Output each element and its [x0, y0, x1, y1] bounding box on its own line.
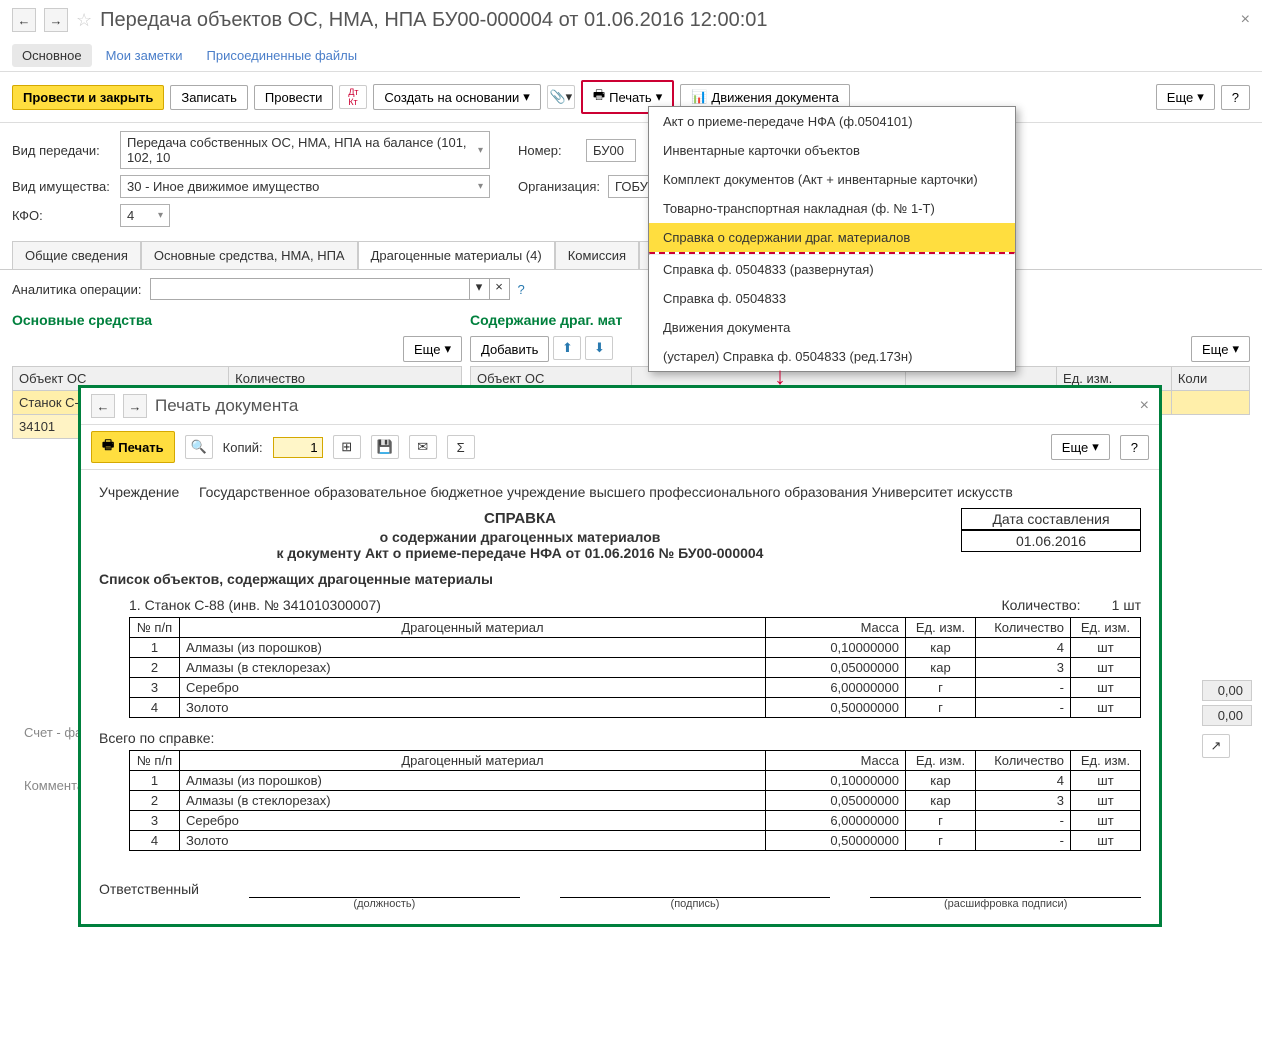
dtkt-icon[interactable]: ДтКт: [339, 85, 367, 109]
number-input[interactable]: БУ00: [586, 139, 636, 162]
kfo-label: КФО:: [12, 208, 112, 223]
attach-icon[interactable]: 📎▾: [547, 85, 575, 109]
expand-icon[interactable]: ↗: [1202, 734, 1230, 758]
property-type-label: Вид имущества:: [12, 179, 112, 194]
tab-main[interactable]: Основное: [12, 44, 92, 67]
copies-label: Копий:: [223, 440, 263, 455]
subtab-commission[interactable]: Комиссия: [555, 241, 639, 269]
doc-title: СПРАВКА: [99, 510, 941, 527]
print-menu-item[interactable]: Инвентарные карточки объектов: [649, 136, 1015, 165]
analytics-label: Аналитика операции:: [12, 282, 142, 297]
close-icon[interactable]: ×: [1241, 11, 1250, 29]
transfer-type-label: Вид передачи:: [12, 143, 112, 158]
post-button[interactable]: Провести: [254, 85, 334, 110]
print-menu-item[interactable]: Комплект документов (Акт + инвентарные к…: [649, 165, 1015, 194]
chevron-down-icon: ▾: [478, 181, 483, 192]
doc-total-label: Всего по справке:: [99, 730, 1141, 746]
subtab-general[interactable]: Общие сведения: [12, 241, 141, 269]
sum-icon[interactable]: Σ: [447, 435, 475, 459]
nav-forward-button[interactable]: →: [123, 394, 147, 418]
print-menu: Акт о приеме-передаче НФА (ф.0504101) Ин…: [648, 106, 1016, 372]
grid-right-more-button[interactable]: Еще ▾: [1191, 336, 1250, 362]
move-down-icon[interactable]: ⬇: [585, 336, 613, 360]
org-label: Организация:: [518, 179, 600, 194]
chevron-down-icon: ▾: [478, 145, 483, 156]
print-menu-item[interactable]: Справка ф. 0504833 (развернутая): [649, 255, 1015, 284]
tab-files[interactable]: Присоединенные файлы: [197, 44, 368, 67]
help-button[interactable]: ?: [1221, 85, 1250, 110]
more-button[interactable]: Еще ▾: [1156, 84, 1215, 110]
post-close-button[interactable]: Провести и закрыть: [12, 85, 164, 110]
date-label: Дата составления: [961, 508, 1141, 530]
doc-date: 01.06.2016: [961, 530, 1141, 552]
grid-left-more-button[interactable]: Еще ▾: [403, 336, 462, 362]
nav-back-button[interactable]: ←: [12, 8, 36, 32]
copies-input[interactable]: [273, 437, 323, 458]
tab-notes[interactable]: Мои заметки: [96, 44, 193, 67]
doc-table-totals: № п/п Драгоценный материал Масса Ед. изм…: [129, 750, 1141, 851]
doc-subtitle2: к документу Акт о приеме-передаче НФА от…: [99, 545, 941, 561]
favorite-star-icon[interactable]: ☆: [76, 10, 92, 31]
responsible-label: Ответственный: [99, 881, 209, 910]
clear-icon[interactable]: ×: [489, 279, 509, 299]
print-menu-item[interactable]: Справка ф. 0504833: [649, 284, 1015, 313]
analytics-input[interactable]: ▾ ×: [150, 278, 510, 300]
email-icon[interactable]: ✉: [409, 435, 437, 459]
subtab-precious[interactable]: Драгоценные материалы (4): [358, 241, 555, 269]
doc-list-title: Список объектов, содержащих драгоценные …: [99, 571, 1141, 587]
doc-table-items: № п/п Драгоценный материал Масса Ед. изм…: [129, 617, 1141, 718]
print-menu-item[interactable]: (устарел) Справка ф. 0504833 (ред.173н): [649, 342, 1015, 371]
print-menu-item[interactable]: Товарно-транспортная накладная (ф. № 1-Т…: [649, 194, 1015, 223]
col-qty: Коли: [1171, 367, 1249, 391]
property-type-input[interactable]: 30 - Иное движимое имущество▾: [120, 175, 490, 198]
chevron-down-icon: ▾: [158, 210, 163, 221]
red-arrow-icon: ↓: [774, 363, 786, 391]
more-button[interactable]: Еще ▾: [1051, 434, 1110, 460]
save-icon[interactable]: 💾: [371, 435, 399, 459]
subtab-os[interactable]: Основные средства, НМА, НПА: [141, 241, 358, 269]
print-button[interactable]: 🖶 Печать: [91, 431, 175, 463]
close-icon[interactable]: ×: [1140, 397, 1149, 415]
doc-org: Государственное образовательное бюджетно…: [199, 484, 1141, 500]
doc-item1: 1. Станок С-88 (инв. № 341010300007): [129, 597, 381, 613]
preview-icon[interactable]: 🔍: [185, 435, 213, 459]
chevron-down-icon[interactable]: ▾: [469, 279, 489, 299]
footer-value: 0,00: [1202, 705, 1252, 726]
doc-org-label: Учреждение: [99, 484, 189, 500]
help-icon[interactable]: ?: [518, 282, 525, 297]
help-button[interactable]: ?: [1120, 435, 1149, 460]
grid-left-title: Основные средства: [12, 308, 462, 332]
transfer-type-input[interactable]: Передача собственных ОС, НМА, НПА на бал…: [120, 131, 490, 169]
move-up-icon[interactable]: ⬆: [553, 336, 581, 360]
nav-back-button[interactable]: ←: [91, 394, 115, 418]
nav-forward-button[interactable]: →: [44, 8, 68, 32]
print-dialog-title: Печать документа: [155, 396, 298, 416]
add-button[interactable]: Добавить: [470, 336, 549, 362]
print-menu-item[interactable]: Движения документа: [649, 313, 1015, 342]
number-label: Номер:: [518, 143, 578, 158]
print-menu-item[interactable]: Акт о приеме-передаче НФА (ф.0504101): [649, 107, 1015, 136]
footer-value: 0,00: [1202, 680, 1252, 701]
print-dialog: ← → Печать документа × 🖶 Печать 🔍 Копий:…: [78, 385, 1162, 927]
create-based-button[interactable]: Создать на основании ▾: [373, 84, 540, 110]
page-title: Передача объектов ОС, НМА, НПА БУ00-0000…: [100, 9, 767, 32]
save-button[interactable]: Записать: [170, 85, 248, 110]
kfo-input[interactable]: 4▾: [120, 204, 170, 227]
print-menu-item-highlighted[interactable]: Справка о содержании драг. материалов: [649, 223, 1015, 252]
doc-subtitle1: о содержании драгоценных материалов: [99, 529, 941, 545]
excel-icon[interactable]: ⊞: [333, 435, 361, 459]
